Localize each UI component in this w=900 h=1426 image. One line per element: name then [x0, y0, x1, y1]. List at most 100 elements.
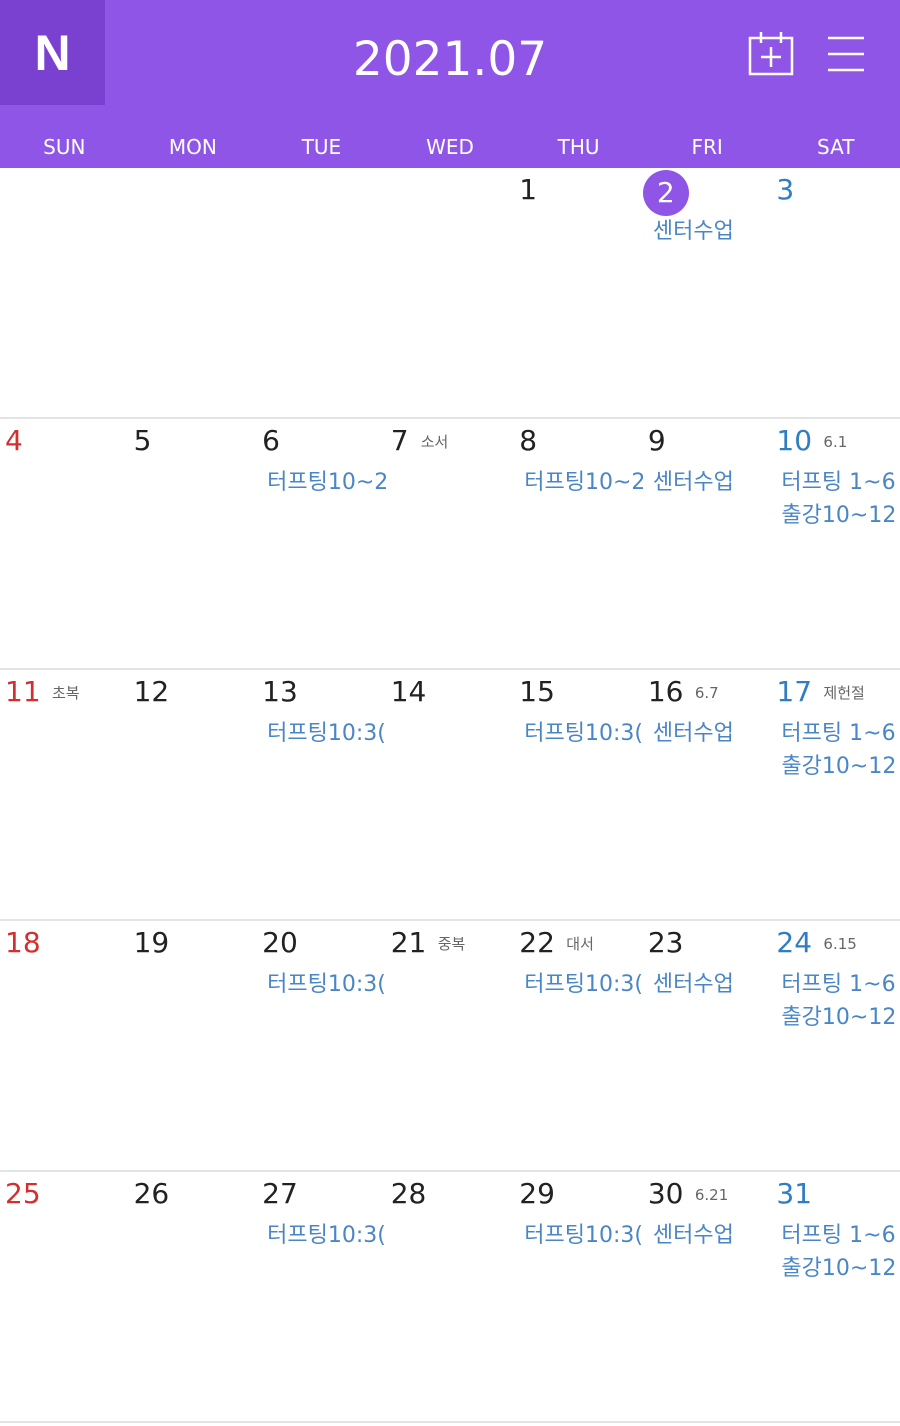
- calendar-day-cell[interactable]: 29 터프팅10:3(: [514, 1172, 643, 1421]
- calendar-event[interactable]: 터프팅10~2: [267, 467, 386, 499]
- calendar-day-cell[interactable]: 19: [129, 921, 258, 1170]
- calendar-day-cell[interactable]: 21 중복: [386, 921, 515, 1170]
- calendar-day-cell[interactable]: 31 터프팅 1~6 출강10~12: [771, 1172, 900, 1421]
- calendar-event[interactable]: 출강10~12: [781, 1002, 896, 1034]
- day-number: 14: [390, 675, 427, 708]
- calendar-day-cell: [386, 168, 515, 417]
- calendar-day-cell[interactable]: 11 초복: [0, 670, 129, 919]
- lunar-date-label: 제헌절: [823, 684, 865, 702]
- calendar-day-cell[interactable]: 30 6.21 센터수업: [643, 1172, 772, 1421]
- calendar-event[interactable]: 터프팅10:3(: [267, 718, 386, 750]
- calendar-event[interactable]: 터프팅10~2: [524, 467, 643, 499]
- calendar-day-cell[interactable]: 27 터프팅10:3(: [257, 1172, 386, 1421]
- day-number: 25: [5, 1177, 41, 1210]
- calendar-day-cell[interactable]: 5: [129, 419, 258, 668]
- calendar-day-cell[interactable]: 15 터프팅10:3(: [514, 670, 643, 919]
- day-number: 29: [519, 1177, 555, 1210]
- day-number: 21: [390, 926, 427, 959]
- calendar-event[interactable]: 센터수업: [653, 969, 734, 1001]
- calendar-day-cell[interactable]: 9 센터수업: [643, 419, 772, 668]
- day-number: 5: [133, 424, 152, 457]
- calendar-event[interactable]: 터프팅10:3(: [267, 969, 386, 1001]
- calendar-event[interactable]: 터프팅 1~6: [781, 969, 895, 1001]
- calendar-day-cell[interactable]: 18: [0, 921, 129, 1170]
- calendar-day-cell[interactable]: 3: [771, 168, 900, 417]
- weekday-mon: MON: [168, 135, 217, 159]
- calendar-event[interactable]: 센터수업: [653, 1220, 734, 1252]
- menu-button[interactable]: [822, 30, 870, 78]
- weekday-wed: WED: [426, 135, 474, 159]
- app-header: N 2021.07 SUN MON TUE WED THU FRI SAT: [0, 0, 900, 168]
- calendar-day-cell[interactable]: 22 대서 터프팅10:3(: [514, 921, 643, 1170]
- day-number: 4: [5, 424, 23, 457]
- calendar-day-cell[interactable]: 6 터프팅10~2: [257, 419, 386, 668]
- calendar-event[interactable]: 출강10~12: [781, 500, 896, 532]
- lunar-date-label: 초복: [52, 684, 80, 702]
- calendar-day-cell[interactable]: 25: [0, 1172, 129, 1421]
- day-number: 28: [390, 1177, 427, 1210]
- calendar-event[interactable]: 터프팅 1~6: [781, 718, 895, 750]
- hamburger-menu-icon: [828, 36, 864, 72]
- calendar-week-row: 4 5 6 터프팅10~2 7 소서 8 터프팅10~2 9 센터수업 10 6.1 터프팅 1~6 출강…: [0, 419, 900, 670]
- calendar-event[interactable]: 터프팅10:3(: [524, 1220, 643, 1252]
- calendar-day-cell: [257, 168, 386, 417]
- calendar-day-cell[interactable]: 24 6.15 터프팅 1~6 출강10~12: [771, 921, 900, 1170]
- lunar-date-label: 6.15: [823, 935, 857, 953]
- calendar-event[interactable]: 출강10~12: [781, 1253, 896, 1285]
- calendar-week-row: 1 2 센터수업 3: [0, 168, 900, 419]
- day-number: 6: [262, 424, 280, 457]
- lunar-date-label: 6.21: [694, 1186, 729, 1204]
- day-number: 23: [647, 926, 684, 959]
- day-number: 17: [776, 675, 813, 708]
- calendar-grid: 1 2 센터수업 3 4 5 6 터프팅10~2 7 소서 8 터프팅10~2 9 센터수업 10 6.1 터프…: [0, 168, 900, 1423]
- lunar-date-label: 대서: [566, 935, 594, 953]
- calendar-day-cell[interactable]: 14: [386, 670, 515, 919]
- calendar-day-cell[interactable]: 20 터프팅10:3(: [257, 921, 386, 1170]
- calendar-event[interactable]: 센터수업: [653, 467, 734, 499]
- weekday-header-row: SUN MON TUE WED THU FRI SAT: [0, 127, 900, 167]
- calendar-day-cell[interactable]: 1: [514, 168, 643, 417]
- calendar-event[interactable]: 출강10~12: [781, 751, 896, 783]
- day-number: 26: [133, 1177, 170, 1210]
- day-number: 7: [390, 424, 409, 457]
- calendar-event[interactable]: 터프팅10:3(: [267, 1220, 386, 1252]
- calendar-day-cell: [0, 168, 129, 417]
- calendar-day-cell[interactable]: 13 터프팅10:3(: [257, 670, 386, 919]
- calendar-day-cell[interactable]: 17 제헌절터프팅 1~6 출강10~12: [771, 670, 900, 919]
- weekday-thu: THU: [557, 135, 600, 159]
- calendar-day-cell[interactable]: 8 터프팅10~2: [514, 419, 643, 668]
- calendar-day-cell: [129, 168, 258, 417]
- day-number: 18: [5, 926, 41, 959]
- day-number: 10: [776, 424, 813, 457]
- calendar-day-cell[interactable]: 23 센터수업: [643, 921, 772, 1170]
- calendar-day-cell[interactable]: 10 6.1 터프팅 1~6 출강10~12: [771, 419, 900, 668]
- calendar-day-cell[interactable]: 2 센터수업: [642, 168, 772, 417]
- calendar-event[interactable]: 센터수업: [653, 216, 734, 248]
- lunar-date-label: 6.1: [823, 433, 848, 451]
- day-number: 3: [776, 173, 795, 206]
- day-number: 30: [647, 1177, 684, 1210]
- calendar-day-cell[interactable]: 12: [129, 670, 258, 919]
- calendar-day-cell[interactable]: 28: [386, 1172, 515, 1421]
- calendar-day-cell[interactable]: 16 6.7 센터수업: [643, 670, 772, 919]
- calendar-week-row: 11 초복 12 13 터프팅10:3(14 15 터프팅10:3(16 6.7 센터수업 17 제…: [0, 670, 900, 921]
- day-number: 8: [519, 424, 538, 457]
- calendar-event[interactable]: 터프팅 1~6: [781, 467, 895, 499]
- calendar-day-cell[interactable]: 4: [0, 419, 129, 668]
- calendar-day-cell[interactable]: 7 소서: [386, 419, 515, 668]
- add-event-icon: [748, 32, 794, 76]
- calendar-event[interactable]: 센터수업: [653, 718, 734, 750]
- calendar-event[interactable]: 터프팅10:3(: [524, 718, 643, 750]
- add-event-button[interactable]: [747, 30, 795, 78]
- calendar-week-row: 18 19 20 터프팅10:3(21 중복 22 대서 터프팅10:3(23 센터수업 24 6.…: [0, 921, 900, 1172]
- day-number: 11: [5, 675, 41, 708]
- day-number: 19: [133, 926, 170, 959]
- day-number: 24: [776, 926, 813, 959]
- weekday-tue: TUE: [301, 135, 342, 159]
- calendar-event[interactable]: 터프팅 1~6: [781, 1220, 895, 1252]
- today-day-number: 2: [642, 170, 689, 216]
- lunar-date-label: 중복: [437, 935, 466, 953]
- calendar-day-cell[interactable]: 26: [129, 1172, 258, 1421]
- calendar-event[interactable]: 터프팅10:3(: [524, 969, 643, 1001]
- day-number: 13: [262, 675, 298, 708]
